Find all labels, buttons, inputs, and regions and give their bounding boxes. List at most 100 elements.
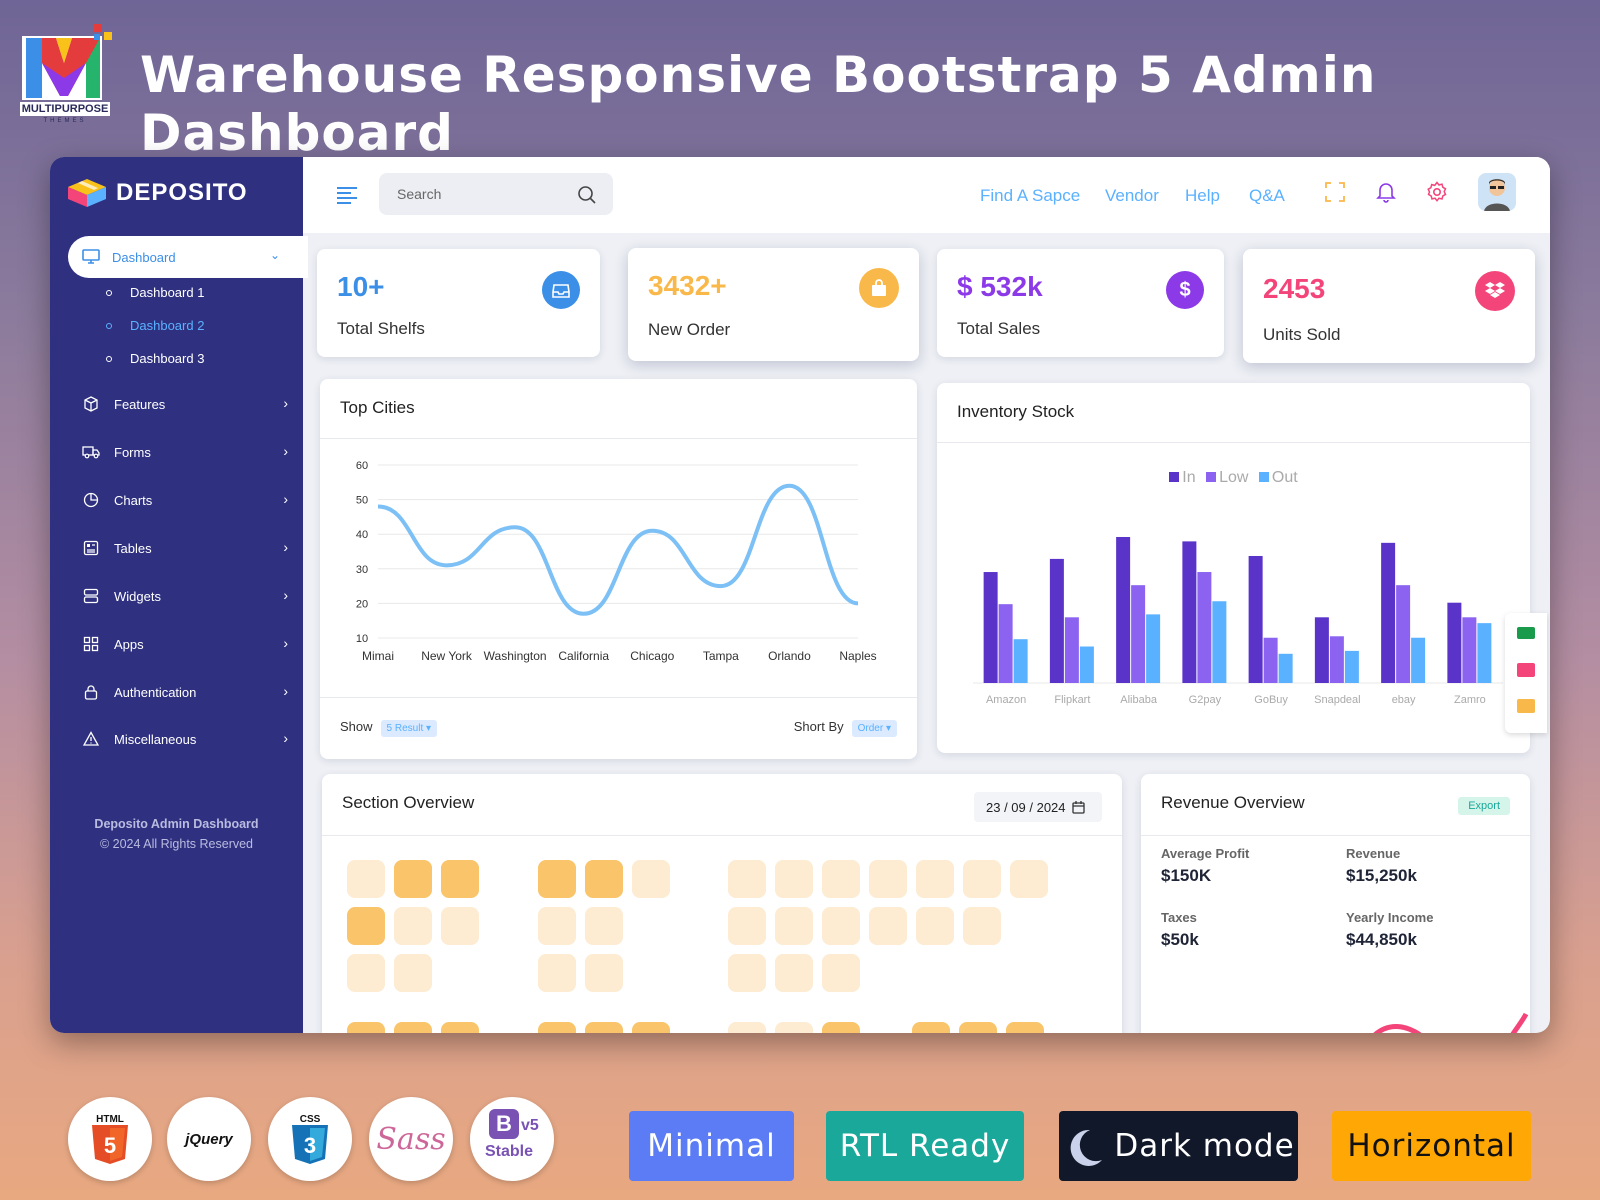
stat-value: 10+ [337,271,385,302]
chevron-right-icon: › [283,395,288,411]
sort-select[interactable]: Order ▾ [851,720,897,737]
section-cell[interactable] [912,1022,950,1033]
jquery-label: jQuery [185,1130,233,1148]
date-value: 23 / 09 / 2024 [986,799,1066,815]
metric-value: $150K [1161,866,1212,885]
section-cell[interactable] [775,907,813,945]
section-cell[interactable] [959,1022,997,1033]
section-cell[interactable] [585,954,623,992]
user-avatar[interactable] [1478,173,1516,211]
sidebar-item-authentication[interactable]: Authentication › [82,677,288,707]
sidebar-item-features[interactable]: Features › [82,389,288,419]
section-cell[interactable] [869,907,907,945]
sidebar-subitem-dashboard-3[interactable]: Dashboard 3 [106,351,204,366]
bar-low [1197,572,1212,683]
section-cell[interactable] [632,860,670,898]
nav-link-qa[interactable]: Q&A [1249,186,1285,206]
fullscreen-icon[interactable] [1325,181,1345,203]
section-cell[interactable] [775,860,813,898]
settings-gear-icon[interactable] [1426,181,1448,203]
hamburger-menu-icon[interactable] [337,187,357,207]
section-cell[interactable] [775,1022,813,1033]
section-cell[interactable] [963,860,1001,898]
section-cell[interactable] [394,1022,432,1033]
section-cell[interactable] [538,954,576,992]
sidebar: DEPOSITO Dashboard ⌄ Dashboard 1 Dashboa… [50,157,308,1033]
legend-item-low[interactable]: Low [1206,469,1248,486]
date-picker[interactable]: 23 / 09 / 2024 [974,792,1102,822]
sidebar-subitem-dashboard-2[interactable]: Dashboard 2 [106,318,204,333]
export-button[interactable]: Export [1458,797,1510,815]
section-cell[interactable] [394,907,432,945]
section-cell[interactable] [441,860,479,898]
chevron-right-icon: › [283,491,288,507]
section-cell[interactable] [538,907,576,945]
section-cell[interactable] [775,954,813,992]
bell-icon[interactable] [1376,181,1396,203]
money-icon[interactable] [1517,627,1535,639]
bar-in [1182,541,1197,683]
bar-low [998,604,1013,683]
section-cell[interactable] [728,1022,766,1033]
section-cell[interactable] [822,1022,860,1033]
section-cell[interactable] [822,907,860,945]
section-cell[interactable] [728,860,766,898]
table-icon [82,539,100,557]
sidebar-item-dashboard[interactable]: Dashboard ⌄ [68,236,308,278]
section-cell[interactable] [585,907,623,945]
legend-item-out[interactable]: Out [1258,469,1298,486]
metric-value: $15,250k [1346,866,1417,885]
section-cell[interactable] [347,907,385,945]
section-cell[interactable] [394,954,432,992]
section-cell[interactable] [822,860,860,898]
section-cell[interactable] [728,907,766,945]
legend-item-in[interactable]: In [1169,469,1196,486]
section-cell[interactable] [1006,1022,1044,1033]
section-cell[interactable] [585,860,623,898]
sidebar-item-widgets[interactable]: Widgets › [82,581,288,611]
html5-label: HTML [96,1114,124,1125]
sidebar-item-apps[interactable]: Apps › [82,629,288,659]
section-cell[interactable] [869,860,907,898]
section-cell[interactable] [963,907,1001,945]
section-cell[interactable] [441,1022,479,1033]
sidebar-item-miscellaneous[interactable]: Miscellaneous › [82,724,288,754]
nav-link-help[interactable]: Help [1185,186,1220,206]
sidebar-item-charts[interactable]: Charts › [82,485,288,515]
section-cell[interactable] [916,860,954,898]
section-cell[interactable] [347,954,385,992]
box-logo-icon [68,179,106,207]
nav-link-vendor[interactable]: Vendor [1105,186,1159,206]
css3-label: CSS [300,1114,321,1125]
section-cell[interactable] [632,1022,670,1033]
section-cell[interactable] [394,860,432,898]
nav-link-find-a-space[interactable]: Find A Sapce [980,186,1080,206]
section-cell[interactable] [1010,860,1048,898]
alert-triangle-icon [82,730,100,748]
section-cell[interactable] [441,907,479,945]
sidebar-item-tables[interactable]: Tables › [82,533,288,563]
card-title: Inventory Stock [957,402,1075,421]
section-cell[interactable] [916,907,954,945]
search-icon[interactable] [577,185,597,205]
chat-icon[interactable] [1517,699,1535,713]
sidebar-item-forms[interactable]: Forms › [82,437,288,467]
section-cell[interactable] [538,860,576,898]
image-icon[interactable] [1517,663,1535,677]
sidebar-subitem-dashboard-1[interactable]: Dashboard 1 [106,285,204,300]
section-cell[interactable] [347,1022,385,1033]
x-tick-label: Tampa [703,649,739,663]
bullet-icon [106,289,112,296]
section-cell[interactable] [728,954,766,992]
search-input[interactable]: Search [379,173,613,215]
section-cell[interactable] [347,860,385,898]
lock-icon [82,683,100,701]
svg-text:5: 5 [104,1133,116,1158]
sidebar-item-label: Widgets [114,588,161,604]
show-select[interactable]: 5 Result ▾ [380,720,438,737]
section-cell[interactable] [585,1022,623,1033]
shopping-bag-icon [859,268,899,308]
section-cell[interactable] [538,1022,576,1033]
app-logo[interactable]: DEPOSITO [64,177,248,209]
section-cell[interactable] [822,954,860,992]
